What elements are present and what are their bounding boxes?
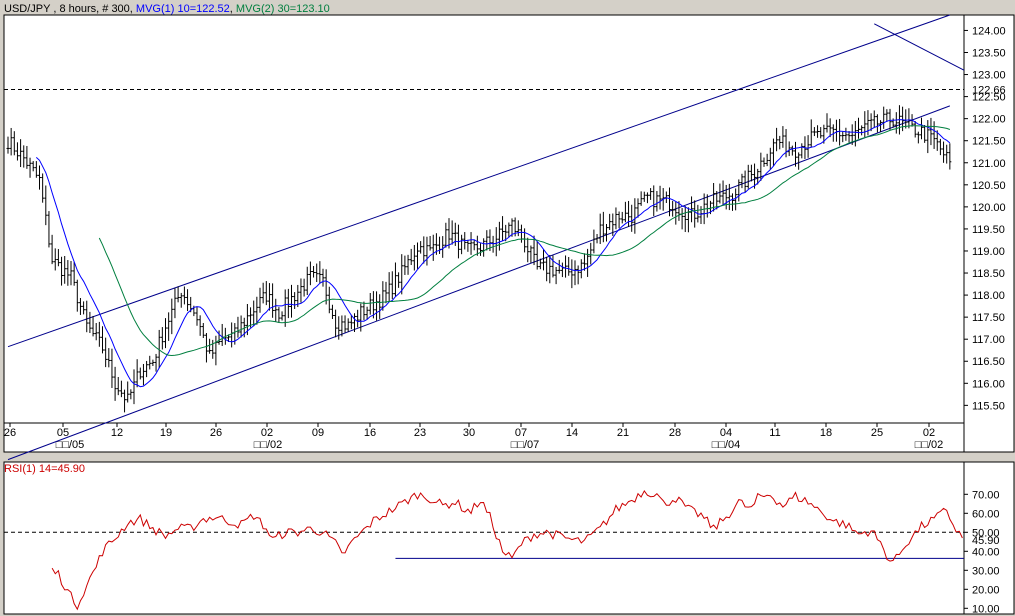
day-tick-label: 14 [566,427,578,439]
day-tick-label: 26 [4,427,16,439]
rsi-tick-label: 20.00 [972,584,1000,596]
price-tick-label: 121.00 [972,158,1006,170]
price-tick-label: 117.00 [972,334,1005,346]
rsi-tick-label: 30.00 [972,565,1000,577]
rsi-tick-label: 60.00 [972,508,1000,520]
price-tick-label: 120.50 [972,180,1006,192]
symbol-label: USD/JPY [4,3,51,15]
price-tick-label: 116.50 [972,356,1005,368]
day-tick-label: 02 [923,427,935,439]
month-tick-label: □□/07 [511,439,540,451]
price-tick-label: 123.00 [972,70,1006,82]
day-tick-label: 04 [720,427,732,439]
chart-svg: 124.00123.50123.00122.50122.00121.50121.… [3,3,1015,615]
price-tick-label: 116.00 [972,378,1005,390]
rsi-tick-label: 40.00 [972,546,1000,558]
day-tick-label: 09 [312,427,324,439]
day-tick-label: 21 [617,427,629,439]
month-tick-label: □□/02 [254,439,283,451]
price-tick-label: 118.00 [972,290,1005,302]
bar-count-label: # 300 [102,3,130,15]
price-pane[interactable] [3,14,965,453]
ma2-legend: MVG(2) 30=123.10 [236,3,330,15]
ma1-legend: MVG(1) 10=122.52 [136,3,230,15]
day-tick-label: 30 [463,427,475,439]
day-tick-label: 02 [261,427,273,439]
interval-label: 8 hours [59,3,96,15]
rsi-pane[interactable] [3,461,965,615]
price-tick-label: 121.50 [972,136,1006,148]
price-tick-label: 115.50 [972,400,1005,412]
day-tick-label: 16 [364,427,376,439]
day-tick-label: 18 [820,427,832,439]
month-tick-label: □□/05 [56,439,85,451]
price-tick-label: 119.50 [972,224,1005,236]
price-tick-label: 124.00 [972,25,1006,37]
last-price-label: 122.66 [972,85,1006,97]
day-tick-label: 12 [111,427,123,439]
price-tick-label: 123.50 [972,47,1006,59]
day-tick-label: 19 [160,427,172,439]
price-tick-label: 122.00 [972,114,1006,126]
day-tick-label: 07 [515,427,527,439]
price-tick-label: 118.50 [972,268,1005,280]
day-tick-label: 28 [669,427,681,439]
day-tick-label: 11 [769,427,780,439]
chart-header: USD/JPY , 8 hours, # 300, MVG(1) 10=122.… [4,3,330,15]
rsi-legend: RSI(1) 14=45.90 [4,463,85,475]
price-tick-label: 119.00 [972,246,1005,258]
rsi-tick-label: 10.00 [972,603,1000,615]
rsi-tick-label: 70.00 [972,489,1000,501]
price-tick-label: 117.50 [972,312,1005,324]
chart-window: 124.00 123.50 123.00 122.50 122.00 121.50 121.… [0,0,1015,616]
day-tick-label: 26 [210,427,222,439]
day-tick-label: 23 [414,427,426,439]
price-tick-label: 120.00 [972,202,1006,214]
month-tick-label: □□/02 [915,439,944,451]
day-tick-label: 25 [871,427,883,439]
month-tick-label: □□/04 [712,439,741,451]
rsi-last-label: 45.90 [972,535,1000,547]
